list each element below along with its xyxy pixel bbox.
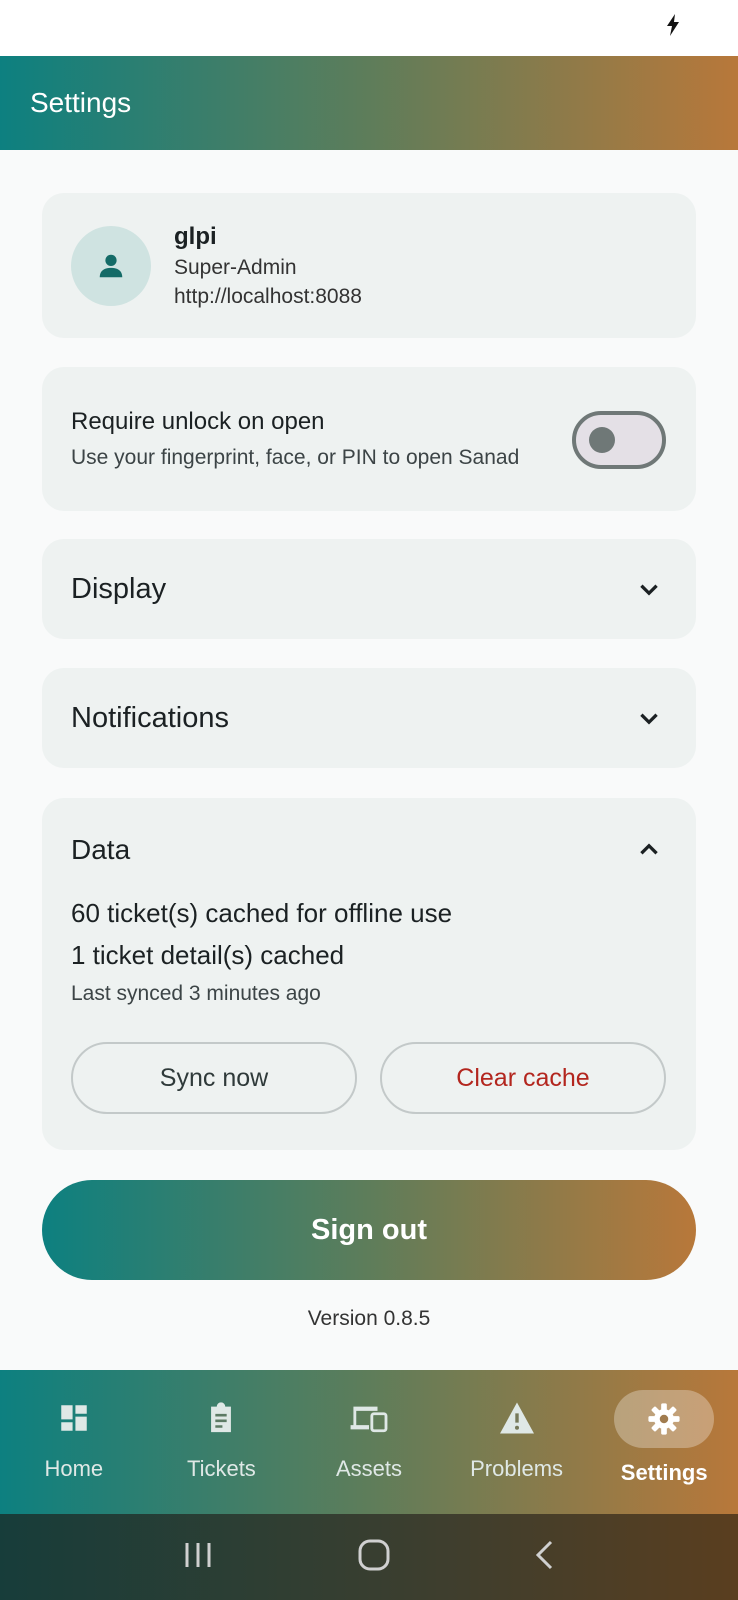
require-unlock-toggle[interactable] [572,411,666,469]
bolt-icon [666,14,680,42]
last-synced-text: Last synced 3 minutes ago [71,982,321,1005]
nav-label: Home [44,1456,104,1481]
battery-level: 100% [594,14,656,41]
data-section-label[interactable]: Data [71,834,130,866]
profile-name: glpi [174,223,217,250]
person-icon [99,254,123,278]
dashboard-icon [57,1398,91,1438]
gear-icon [614,1390,715,1448]
clear-cache-button[interactable]: Clear cache [380,1042,666,1114]
toggle-knob [589,427,615,453]
recent-apps-icon[interactable] [181,1540,215,1575]
nav-item-tickets[interactable]: Tickets [148,1370,296,1514]
home-icon[interactable] [357,1538,391,1577]
nav-item-home[interactable]: Home [0,1370,148,1514]
status-bar: 16:25 100% [0,0,738,56]
details-cached-text: 1 ticket detail(s) cached [71,940,345,970]
status-time: 16:25 [58,14,119,41]
tickets-cached-text: 60 ticket(s) cached for offline use [71,898,453,928]
nav-label: Problems [470,1456,564,1481]
nav-label: Tickets [186,1456,256,1481]
profile-server-url: http://localhost:8088 [174,285,362,308]
display-section[interactable]: Display [42,539,696,639]
nav-item-settings[interactable]: Settings [590,1370,738,1514]
chevron-up-icon[interactable] [636,836,662,862]
nav-label: Assets [335,1456,402,1481]
nav-item-problems[interactable]: Problems [443,1370,591,1514]
top-app-bar: Settings [0,56,738,150]
bottom-navigation: Home Tickets Assets Problems Settings [0,1370,738,1514]
system-navigation-bar [0,1514,738,1600]
require-unlock-subtitle: Use your fingerprint, face, or PIN to op… [71,446,520,469]
clipboard-icon [204,1398,238,1438]
notifications-section-label: Notifications [71,702,229,734]
back-icon[interactable] [533,1539,557,1576]
warning-icon [498,1398,536,1438]
nav-label: Settings [620,1460,708,1485]
nav-item-assets[interactable]: Assets [295,1370,443,1514]
profile-role: Super-Admin [174,256,297,279]
require-unlock-card: Require unlock on open Use your fingerpr… [42,367,696,511]
display-section-label: Display [71,573,167,605]
profile-card: glpi Super-Admin http://localhost:8088 [42,193,696,338]
devices-icon [349,1398,389,1438]
sign-out-button[interactable]: Sign out [42,1180,696,1280]
notifications-section[interactable]: Notifications [42,668,696,768]
sync-now-button[interactable]: Sync now [71,1042,357,1114]
avatar [71,226,151,306]
page-title: Settings [30,87,132,118]
chevron-down-icon [640,713,658,725]
chevron-down-icon [640,584,658,596]
version-text: Version 0.8.5 [307,1307,431,1330]
data-section: Data 60 ticket(s) cached for offline use… [42,798,696,1150]
require-unlock-title: Require unlock on open [71,408,325,435]
